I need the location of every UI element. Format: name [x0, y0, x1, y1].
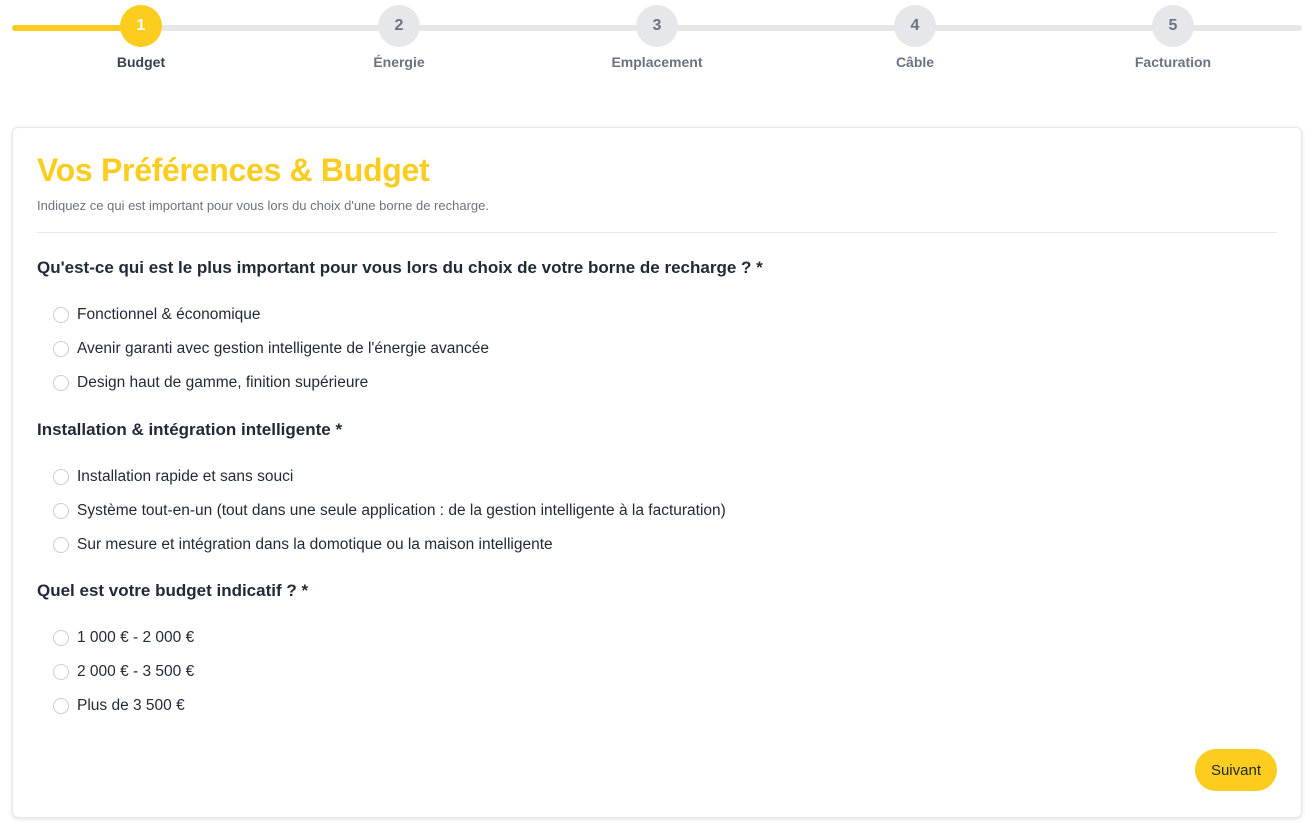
option-budget-high[interactable]: Plus de 3 500 € [37, 689, 1277, 723]
step-number: 3 [636, 5, 678, 47]
preferences-card: Vos Préférences & Budget Indiquez ce qui… [12, 127, 1302, 818]
step-number: 1 [120, 5, 162, 47]
radio-button[interactable] [53, 341, 69, 357]
option-future-proof[interactable]: Avenir garanti avec gestion intelligente… [37, 332, 1277, 366]
radio-button[interactable] [53, 537, 69, 553]
step-label: Énergie [373, 54, 425, 70]
option-label: Système tout-en-un (tout dans une seule … [77, 502, 726, 519]
radio-button[interactable] [53, 503, 69, 519]
step-label: Emplacement [611, 54, 703, 70]
step-budget[interactable]: 1 Budget [71, 5, 211, 70]
option-label: Plus de 3 500 € [77, 697, 185, 714]
page-subtitle: Indiquez ce qui est important pour vous … [37, 198, 489, 213]
step-label: Câble [895, 54, 935, 70]
page-title: Vos Préférences & Budget [37, 152, 430, 188]
radio-button[interactable] [53, 630, 69, 646]
step-label: Facturation [1134, 54, 1212, 70]
next-button[interactable]: Suivant [1194, 749, 1277, 791]
step-facturation[interactable]: 5 Facturation [1103, 5, 1243, 70]
question-priority: Qu'est-ce qui est le plus important pour… [37, 258, 1277, 400]
radio-button[interactable] [53, 664, 69, 680]
question-title: Qu'est-ce qui est le plus important pour… [37, 258, 763, 277]
option-all-in-one[interactable]: Système tout-en-un (tout dans une seule … [37, 494, 1277, 528]
radio-button[interactable] [53, 698, 69, 714]
radio-button[interactable] [53, 469, 69, 485]
radio-button[interactable] [53, 307, 69, 323]
option-label: 1 000 € - 2 000 € [77, 629, 195, 646]
question-budget: Quel est votre budget indicatif ? * 1 00… [37, 581, 1277, 723]
step-cable[interactable]: 4 Câble [845, 5, 985, 70]
option-budget-low[interactable]: 1 000 € - 2 000 € [37, 621, 1277, 655]
question-title: Quel est votre budget indicatif ? * [37, 581, 309, 600]
divider [37, 232, 1277, 233]
option-label: 2 000 € - 3 500 € [77, 663, 195, 680]
step-number: 2 [378, 5, 420, 47]
question-installation: Installation & intégration intelligente … [37, 420, 1277, 562]
option-label: Installation rapide et sans souci [77, 468, 294, 485]
radio-button[interactable] [53, 375, 69, 391]
option-design[interactable]: Design haut de gamme, finition supérieur… [37, 366, 1277, 400]
step-number: 4 [894, 5, 936, 47]
step-energie[interactable]: 2 Énergie [329, 5, 469, 70]
option-functional[interactable]: Fonctionnel & économique [37, 298, 1277, 332]
step-number: 5 [1152, 5, 1194, 47]
progress-stepper: 1 Budget 2 Énergie 3 Emplacement 4 Câble… [12, 0, 1302, 80]
step-emplacement[interactable]: 3 Emplacement [587, 5, 727, 70]
option-label: Fonctionnel & économique [77, 306, 261, 323]
option-quick-install[interactable]: Installation rapide et sans souci [37, 460, 1277, 494]
option-custom-smart-home[interactable]: Sur mesure et intégration dans la domoti… [37, 528, 1277, 562]
step-label: Budget [116, 54, 166, 70]
option-label: Avenir garanti avec gestion intelligente… [77, 340, 489, 357]
option-budget-mid[interactable]: 2 000 € - 3 500 € [37, 655, 1277, 689]
option-label: Sur mesure et intégration dans la domoti… [77, 536, 553, 553]
option-label: Design haut de gamme, finition supérieur… [77, 374, 369, 391]
question-title: Installation & intégration intelligente … [37, 420, 343, 439]
